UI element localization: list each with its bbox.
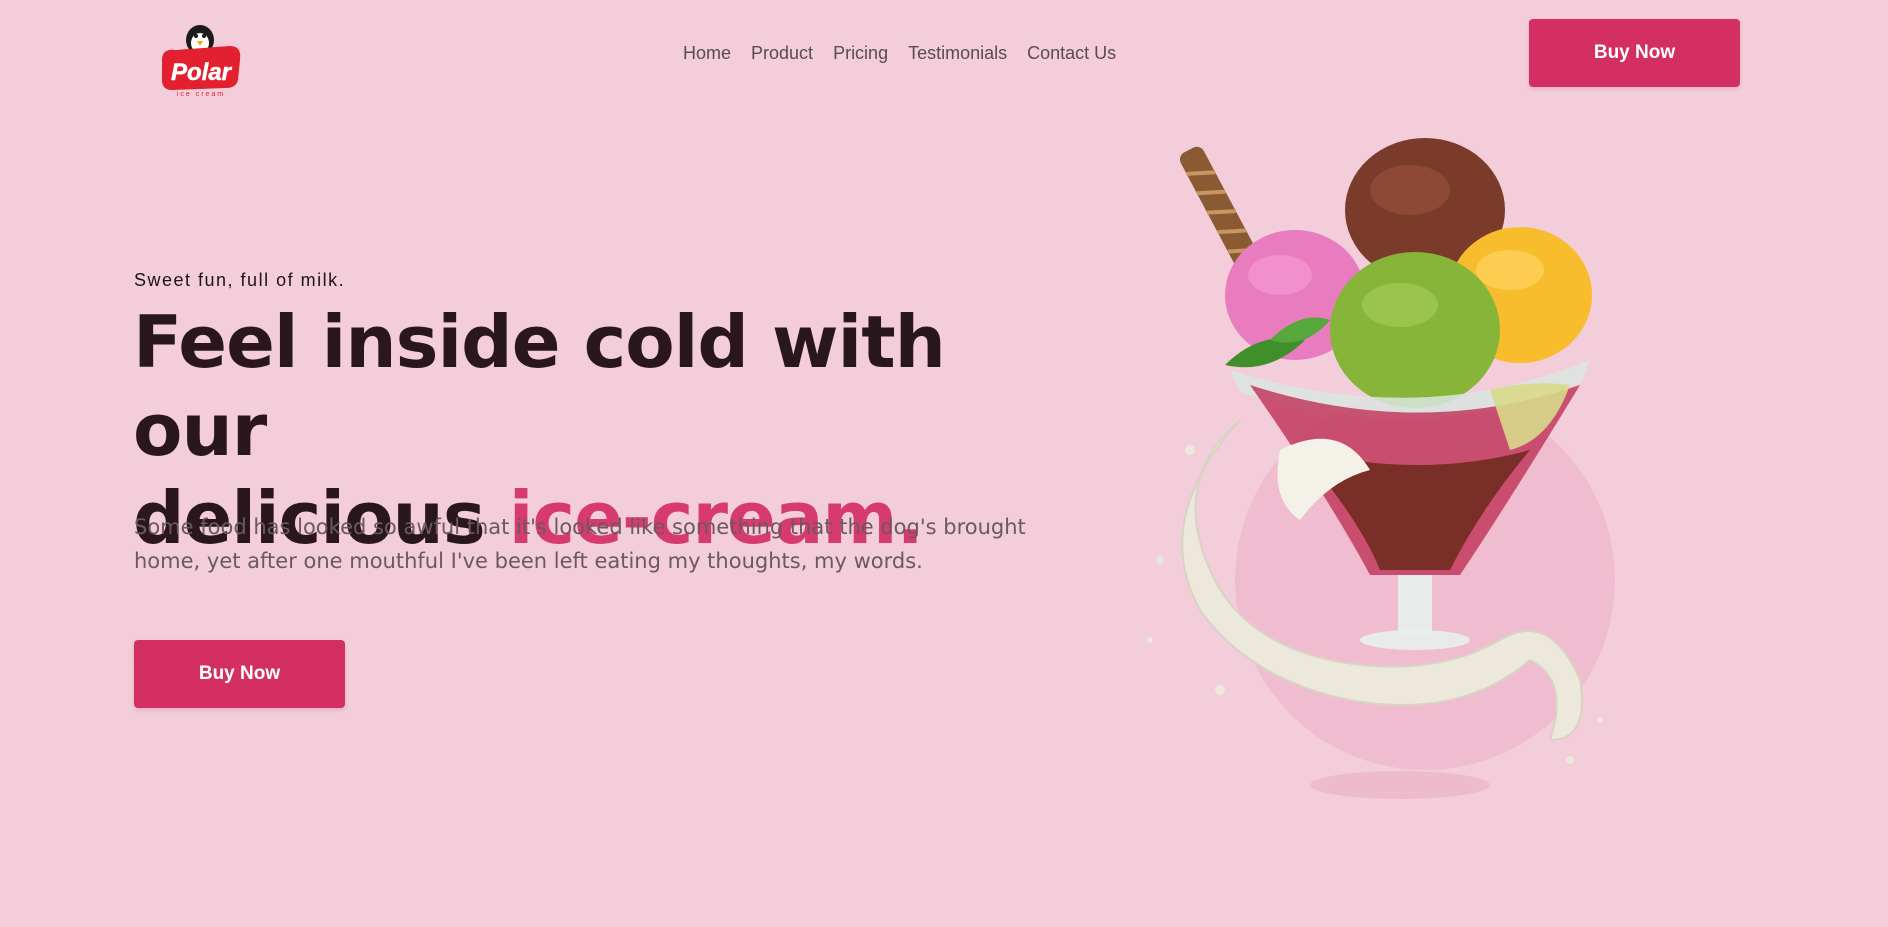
site-header: Polar ice cream Home Product Pricing Tes… xyxy=(0,0,1888,106)
header-buy-now-button[interactable]: Buy Now xyxy=(1529,19,1740,87)
nav-pricing[interactable]: Pricing xyxy=(833,40,888,66)
main-nav: Home Product Pricing Testimonials Contac… xyxy=(683,40,1136,66)
logo-wordmark: Polar xyxy=(171,59,233,86)
hero-eyebrow: Sweet fun, full of milk. xyxy=(134,270,346,290)
ice-cream-sundae-icon xyxy=(1147,138,1615,799)
hero-buy-now-button[interactable]: Buy Now xyxy=(134,640,345,708)
logo-subtext: ice cream xyxy=(177,91,225,98)
nav-contact-us[interactable]: Contact Us xyxy=(1027,40,1116,66)
headline-line-1: Feel inside cold with our xyxy=(133,300,946,472)
landing-page: Polar ice cream Home Product Pricing Tes… xyxy=(0,0,1888,927)
brand-logo[interactable]: Polar ice cream xyxy=(156,18,246,98)
nav-product[interactable]: Product xyxy=(751,40,813,66)
nav-testimonials[interactable]: Testimonials xyxy=(908,40,1007,66)
penguin-logo-icon: Polar ice cream xyxy=(162,25,241,98)
nav-home[interactable]: Home xyxy=(683,40,731,66)
hero-description: Some food has looked so awful that it's … xyxy=(134,515,1026,573)
ice-cream-sundae-illustration xyxy=(1130,120,1690,820)
